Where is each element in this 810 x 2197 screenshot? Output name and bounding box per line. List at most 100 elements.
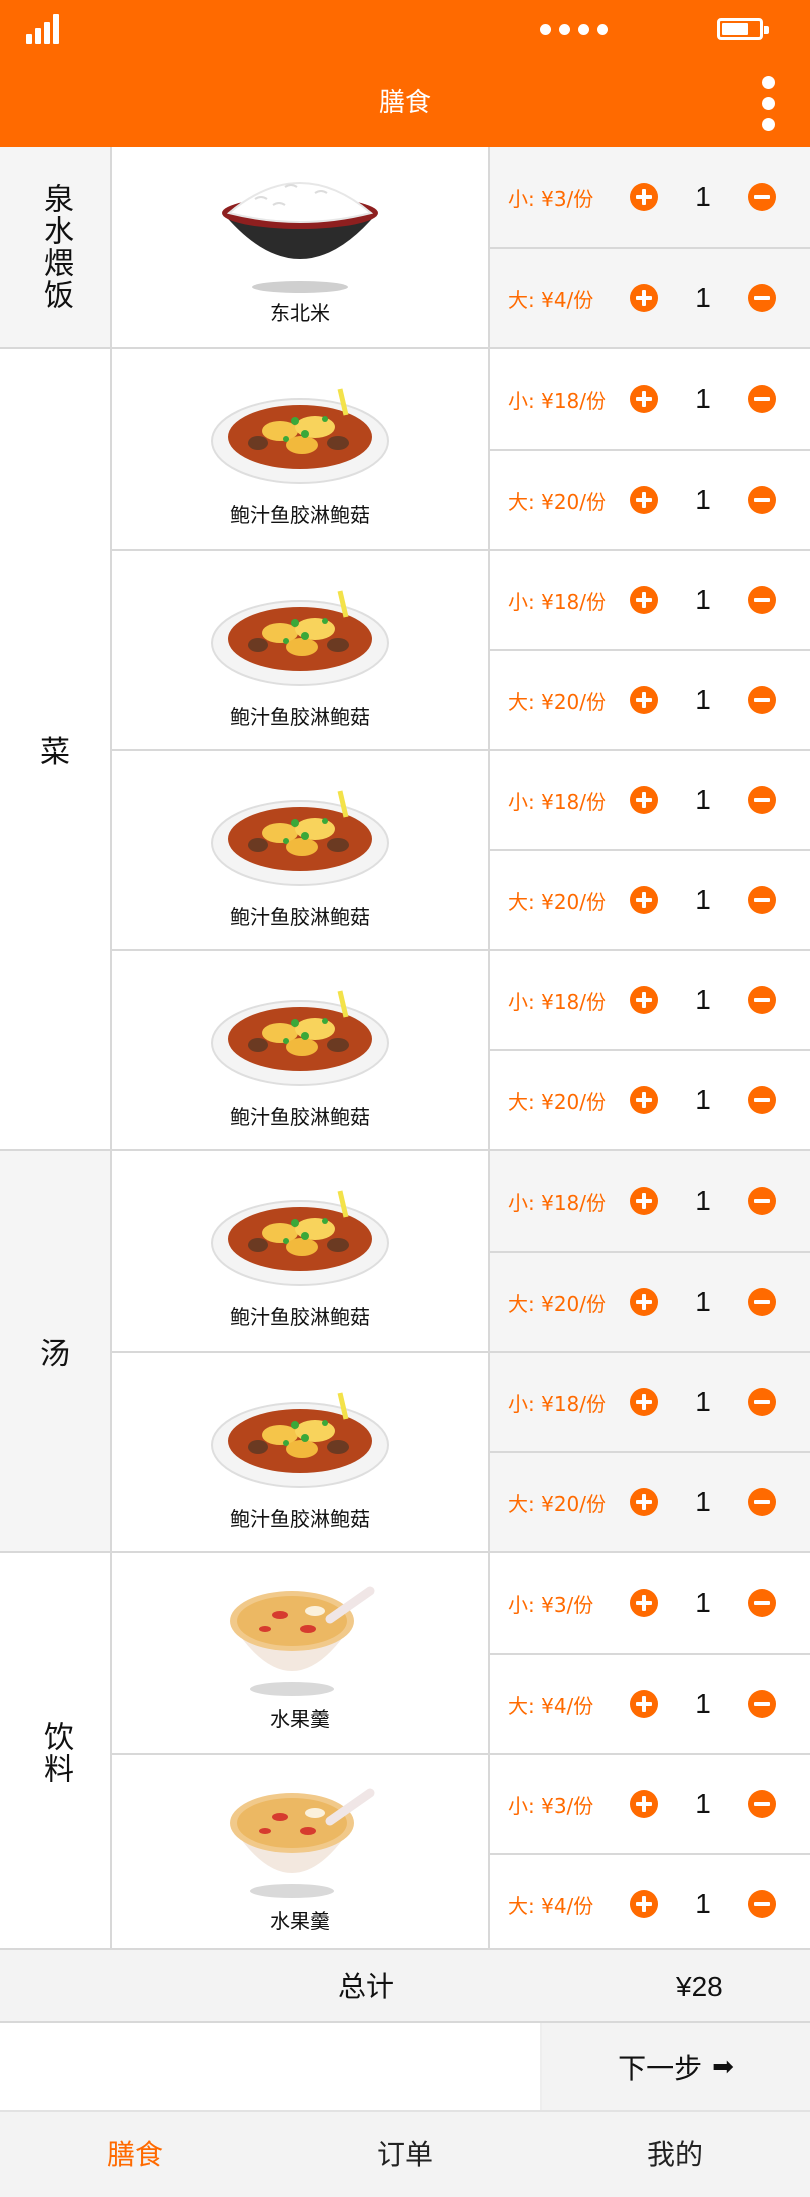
arrow-right-icon: ➡ — [712, 2051, 734, 2082]
minus-icon[interactable] — [748, 1086, 776, 1114]
plus-icon[interactable] — [630, 1187, 658, 1215]
price-row-small: 小: ¥18/份 1 — [490, 1351, 810, 1451]
plus-icon[interactable] — [630, 886, 658, 914]
category-section: 泉水煨饭 东北米 小: ¥3/份 1 大: ¥4/份 1 — [0, 147, 810, 349]
price-row-small: 小: ¥3/份 1 — [490, 1753, 810, 1853]
plus-icon[interactable] — [630, 1790, 658, 1818]
price-row-large: 大: ¥4/份 1 — [490, 1653, 810, 1753]
minus-icon[interactable] — [748, 1890, 776, 1918]
plus-icon[interactable] — [630, 1288, 658, 1316]
more-options-icon[interactable] — [758, 72, 778, 136]
price-row-large: 大: ¥20/份 1 — [490, 1451, 810, 1551]
category-label: 泉水煨饭 — [0, 147, 112, 347]
plus-icon[interactable] — [630, 486, 658, 514]
total-value: ¥28 — [676, 1971, 723, 2002]
price-row-large: 大: ¥4/份 1 — [490, 247, 810, 347]
price-label: 小: ¥18/份 — [508, 1190, 607, 1215]
category-section: 菜鲍汁鱼胶淋鲍菇 小: ¥18/份 1 大: ¥20/份 1 鲍汁鱼胶淋鲍菇 小: ¥18/… — [0, 349, 810, 1151]
minus-icon[interactable] — [748, 1589, 776, 1617]
minus-icon[interactable] — [748, 284, 776, 312]
price-row-large: 大: ¥20/份 1 — [490, 449, 810, 549]
plus-icon[interactable] — [630, 986, 658, 1014]
menu-item: 东北米 — [112, 147, 490, 347]
plus-icon[interactable] — [630, 1690, 658, 1718]
rice-bowl-image — [222, 182, 378, 293]
menu-item: 鲍汁鱼胶淋鲍菇 — [112, 1151, 490, 1351]
price-label: 大: ¥20/份 — [508, 1491, 607, 1516]
minus-icon[interactable] — [748, 1790, 776, 1818]
price-row-large: 大: ¥4/份 1 — [490, 1853, 810, 1953]
fruit-soup-image — [230, 1586, 375, 1696]
quantity-value: 1 — [695, 1084, 711, 1115]
braised-dish-image — [211, 590, 389, 686]
category-label: 汤 — [0, 1151, 112, 1551]
minus-icon[interactable] — [748, 1690, 776, 1718]
quantity-value: 1 — [695, 1185, 711, 1216]
quantity-value: 1 — [695, 1486, 711, 1517]
quantity-value: 1 — [695, 1286, 711, 1317]
price-row-large: 大: ¥20/份 1 — [490, 649, 810, 749]
minus-icon[interactable] — [748, 986, 776, 1014]
menu-item-name: 鲍汁鱼胶淋鲍菇 — [230, 1305, 370, 1329]
price-row-large: 大: ¥20/份 1 — [490, 849, 810, 949]
menu-item: 鲍汁鱼胶淋鲍菇 — [112, 549, 490, 749]
price-label: 小: ¥3/份 — [508, 1592, 594, 1617]
plus-icon[interactable] — [630, 385, 658, 413]
price-label: 小: ¥3/份 — [508, 1793, 594, 1818]
minus-icon[interactable] — [748, 1388, 776, 1416]
minus-icon[interactable] — [748, 686, 776, 714]
braised-dish-image — [211, 990, 389, 1086]
plus-icon[interactable] — [630, 1488, 658, 1516]
minus-icon[interactable] — [748, 385, 776, 413]
minus-icon[interactable] — [748, 886, 776, 914]
next-step-label: 下一步 — [618, 2051, 703, 2085]
menu-item: 鲍汁鱼胶淋鲍菇 — [112, 949, 490, 1149]
plus-icon[interactable] — [630, 1388, 658, 1416]
minus-icon[interactable] — [748, 586, 776, 614]
minus-icon[interactable] — [748, 786, 776, 814]
price-row-small: 小: ¥18/份 1 — [490, 349, 810, 449]
menu-item-name: 鲍汁鱼胶淋鲍菇 — [230, 905, 370, 929]
price-label: 大: ¥4/份 — [508, 1693, 594, 1718]
price-label: 大: ¥4/份 — [508, 1893, 594, 1918]
braised-dish-image — [211, 1392, 389, 1488]
braised-dish-image — [211, 388, 389, 484]
plus-icon[interactable] — [630, 586, 658, 614]
plus-icon[interactable] — [630, 686, 658, 714]
price-label: 小: ¥18/份 — [508, 989, 607, 1014]
total-bar: 总计 ¥28 — [0, 1948, 810, 2023]
minus-icon[interactable] — [748, 1288, 776, 1316]
plus-icon[interactable] — [630, 284, 658, 312]
price-label: 大: ¥4/份 — [508, 287, 594, 312]
price-label: 大: ¥20/份 — [508, 689, 607, 714]
plus-icon[interactable] — [630, 786, 658, 814]
price-label: 大: ¥20/份 — [508, 1089, 607, 1114]
category-section: 汤鲍汁鱼胶淋鲍菇 小: ¥18/份 1 大: ¥20/份 1 鲍汁鱼胶淋鲍菇 小: ¥18/… — [0, 1151, 810, 1553]
quantity-value: 1 — [695, 181, 711, 212]
minus-icon[interactable] — [748, 1187, 776, 1215]
quantity-value: 1 — [695, 1788, 711, 1819]
next-step-button[interactable]: 下一步 ➡ — [540, 2023, 810, 2110]
price-row-small: 小: ¥3/份 1 — [490, 1553, 810, 1653]
price-label: 小: ¥18/份 — [508, 1391, 607, 1416]
quantity-value: 1 — [695, 684, 711, 715]
signal-icon — [26, 14, 62, 44]
fruit-soup-image — [230, 1788, 375, 1898]
plus-icon[interactable] — [630, 1890, 658, 1918]
tab-meals[interactable]: 膳食 — [0, 2112, 270, 2197]
quantity-value: 1 — [695, 282, 711, 313]
tab-mine[interactable]: 我的 — [540, 2112, 810, 2197]
minus-icon[interactable] — [748, 1488, 776, 1516]
price-row-small: 小: ¥18/份 1 — [490, 1151, 810, 1251]
minus-icon[interactable] — [748, 183, 776, 211]
plus-icon[interactable] — [630, 183, 658, 211]
menu-item-name: 水果羹 — [270, 1909, 330, 1933]
plus-icon[interactable] — [630, 1589, 658, 1617]
menu-item: 鲍汁鱼胶淋鲍菇 — [112, 349, 490, 549]
price-label: 大: ¥20/份 — [508, 889, 607, 914]
quantity-value: 1 — [695, 1688, 711, 1719]
minus-icon[interactable] — [748, 486, 776, 514]
tab-orders[interactable]: 订单 — [270, 2112, 540, 2197]
price-label: 小: ¥3/份 — [508, 186, 594, 211]
plus-icon[interactable] — [630, 1086, 658, 1114]
